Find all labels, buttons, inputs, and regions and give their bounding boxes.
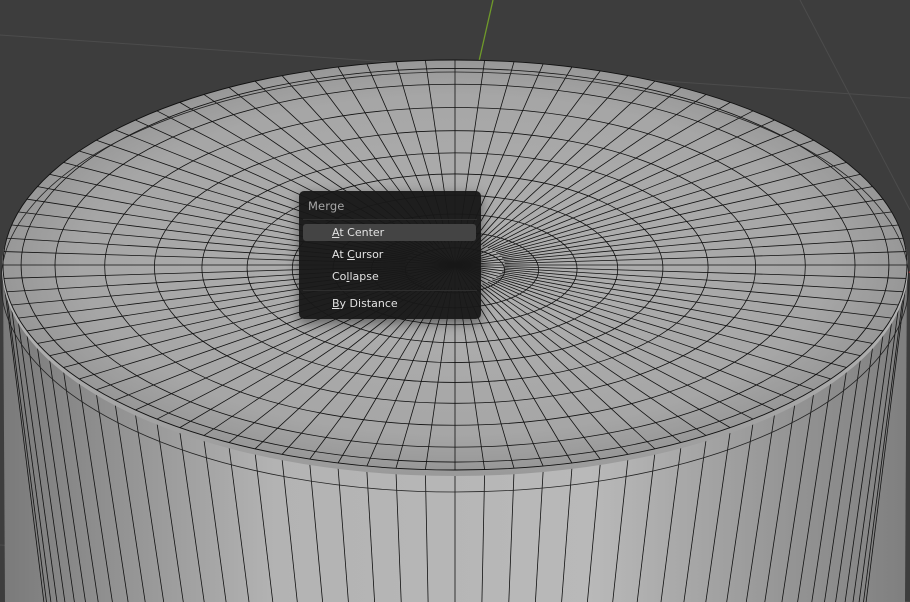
- menu-separator: [303, 219, 477, 220]
- y-axis: [476, 0, 494, 71]
- menu-item-collapse[interactable]: Collapse: [303, 268, 476, 285]
- menu-title: Merge: [308, 199, 345, 213]
- menu-item-at-cursor[interactable]: At Cursor: [303, 246, 476, 263]
- menu-item-by-distance[interactable]: By Distance: [303, 295, 476, 312]
- menu-item-at-center[interactable]: At Center: [303, 224, 476, 241]
- merge-menu: Merge At Center At Cursor Collapse By Di…: [299, 191, 481, 319]
- menu-separator: [303, 290, 477, 291]
